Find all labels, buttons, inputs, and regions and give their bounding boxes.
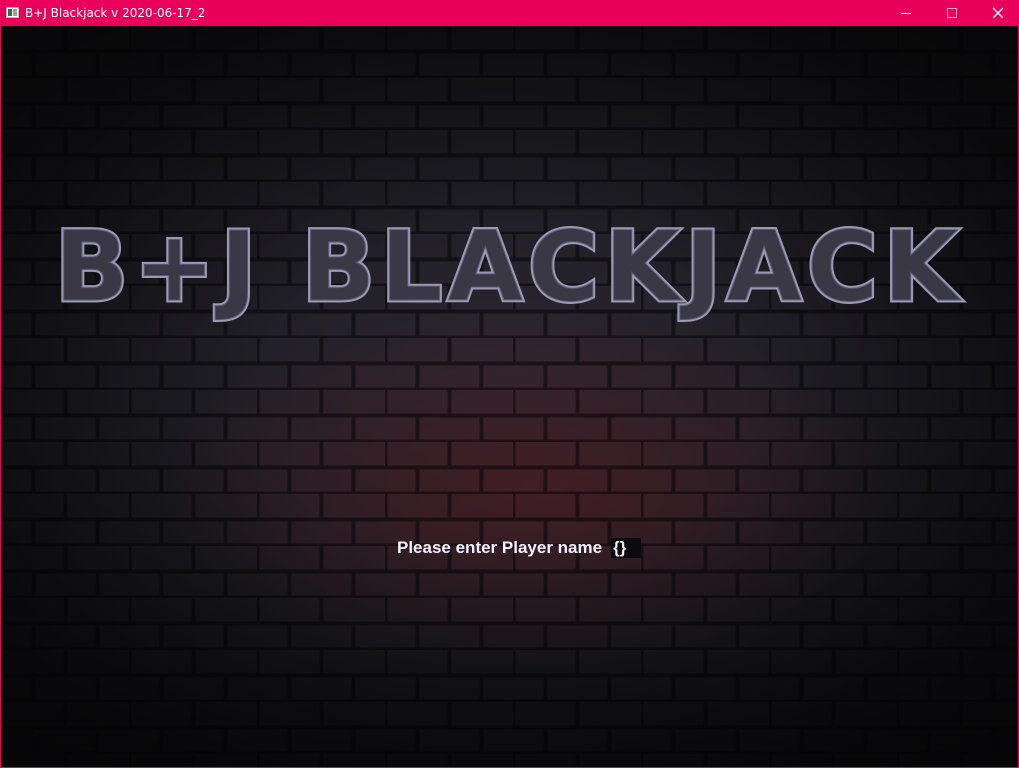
player-name-label: Please enter Player name xyxy=(397,538,603,557)
minimize-button[interactable] xyxy=(883,0,929,26)
game-canvas xyxy=(1,26,1018,767)
window-title: B+J Blackjack v 2020-06-17_2 xyxy=(25,6,206,20)
maximize-button[interactable] xyxy=(929,0,975,26)
game-logo: B+J BLACKJACK xyxy=(53,210,965,325)
player-name-input[interactable] xyxy=(611,538,642,558)
app-icon xyxy=(6,7,19,18)
close-button[interactable] xyxy=(975,0,1019,26)
minimize-icon xyxy=(901,13,911,14)
vignette-overlay xyxy=(1,26,1018,767)
app-window: B+J Blackjack v 2020-06-17_2 B+J BLACKJA… xyxy=(0,0,1019,768)
title-bar[interactable]: B+J Blackjack v 2020-06-17_2 xyxy=(0,0,1019,26)
player-name-prompt: Please enter Player name xyxy=(397,537,642,559)
maximize-icon xyxy=(947,8,957,18)
close-icon xyxy=(992,7,1004,19)
